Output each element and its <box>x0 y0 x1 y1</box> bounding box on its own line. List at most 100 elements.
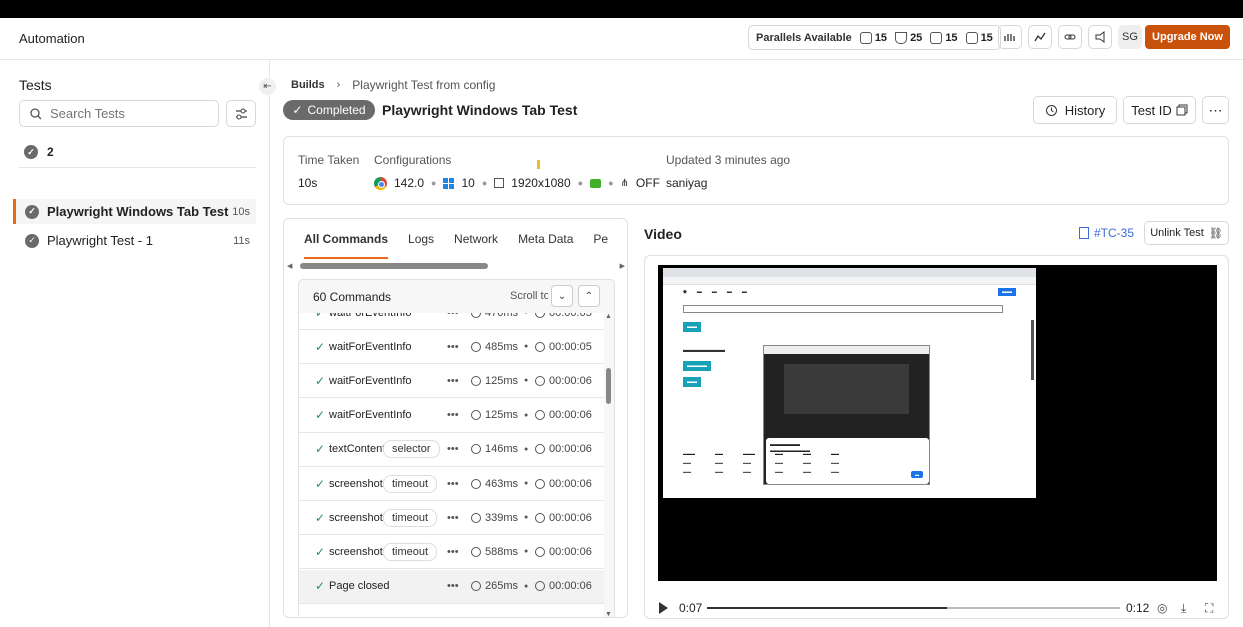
check-icon: ✓ <box>315 476 326 491</box>
command-duration: 485ms <box>471 341 518 353</box>
command-row[interactable]: ✓ waitForEventInfo ••• 485ms ● 00:00:05 <box>299 330 604 365</box>
more-icon[interactable]: ••• <box>447 443 459 455</box>
command-row[interactable]: ✓ textContent selector ••• 146ms ● 00:00… <box>299 433 604 467</box>
tab-logs[interactable]: Logs <box>408 219 454 259</box>
scroll-right-icon[interactable]: ▶ <box>620 262 625 270</box>
command-elapsed: 00:00:06 <box>535 546 592 558</box>
command-row[interactable]: ✓ waitForEventInfo ••• 125ms ● 00:00:06 <box>299 399 604 433</box>
parallels-label: Parallels Available <box>756 31 852 44</box>
command-row[interactable]: ✓ Page closed ••• 265ms ● 00:00:06 <box>299 569 604 604</box>
check-icon: ✓ <box>315 544 326 559</box>
user-value: saniyag <box>666 176 708 190</box>
flask-icon <box>895 31 908 44</box>
timer-icon <box>535 410 545 421</box>
filter-button[interactable] <box>226 100 256 127</box>
search-tests-input[interactable] <box>50 106 200 121</box>
copy-icon <box>1176 104 1188 116</box>
history-button[interactable]: History <box>1033 96 1117 124</box>
test-name: Playwright Windows Tab Test <box>47 204 229 219</box>
more-options-button[interactable]: ⋯ <box>1202 96 1229 124</box>
command-name: screenshot <box>329 545 383 558</box>
avatar[interactable]: SG <box>1118 25 1142 49</box>
fullscreen-icon[interactable]: ⛶ <box>1205 601 1213 616</box>
more-icon[interactable]: ••• <box>447 341 459 353</box>
document-sync-icon <box>965 31 978 44</box>
download-icon[interactable]: ⤓ <box>1181 601 1186 616</box>
scrollbar-thumb[interactable] <box>300 263 488 269</box>
more-icon[interactable]: ••• <box>447 478 459 490</box>
video-frame: ◆ ▬ ▬ ▬ ▬ ▬▬ ▬▬ ▬▬▬▬▬▬ ▬▬▬▬ ▬▬ ▬▬▬▬▬ ▬▬▬… <box>663 268 1036 498</box>
command-elapsed: 00:00:06 <box>535 443 592 455</box>
more-icon[interactable]: ••• <box>447 375 459 387</box>
scroll-left-icon[interactable]: ◀ <box>287 262 292 270</box>
video-title: Video <box>644 226 682 242</box>
command-row[interactable]: ✓ screenshot timeout ••• 463ms ● 00:00:0… <box>299 467 604 501</box>
test-list-item[interactable]: ✓ Playwright Windows Tab Test 10s <box>13 199 256 224</box>
completed-count[interactable]: ✓ 2 <box>24 145 54 159</box>
upgrade-now-button[interactable]: Upgrade Now <box>1145 25 1230 49</box>
scroll-up-arrow-icon[interactable]: ▲ <box>605 313 612 320</box>
clock-icon <box>471 546 481 557</box>
tab-performance[interactable]: Pe <box>593 219 627 259</box>
total-time: 0:12 <box>1126 601 1150 615</box>
scroll-down-button[interactable]: ⌄ <box>551 285 573 307</box>
video-controls: 0:07 0:12 ◎ ⤓ ⛶ <box>645 596 1228 618</box>
megaphone-icon[interactable] <box>1088 25 1112 49</box>
clock-icon <box>471 512 481 523</box>
command-name: waitForEventInfo <box>329 313 412 319</box>
command-row[interactable]: ✓ waitForEventInfo ••• 125ms ● 00:00:06 <box>299 364 604 399</box>
unlink-test-button[interactable]: Unlink Test ⛓ <box>1144 221 1229 245</box>
tab-all-commands[interactable]: All Commands <box>304 219 408 259</box>
command-elapsed: 00:00:05 <box>535 313 592 319</box>
more-icon[interactable]: ••• <box>447 512 459 524</box>
command-arg: timeout <box>383 474 438 493</box>
search-box[interactable] <box>19 100 219 127</box>
horizontal-scrollbar[interactable]: ◀ ▶ <box>287 262 625 270</box>
check-circle-icon: ✓ <box>25 204 39 219</box>
parallels-indicator[interactable]: Parallels Available 15 25 15 15 <box>748 25 1001 50</box>
breadcrumb-builds[interactable]: Builds <box>291 79 325 91</box>
command-name: waitForEventInfo <box>329 340 412 353</box>
chevron-up-icon: ⌃ <box>584 290 594 302</box>
scroll-down-arrow-icon[interactable]: ▼ <box>605 611 612 617</box>
tunnel-icon[interactable] <box>998 25 1022 49</box>
test-case-link[interactable]: #TC-35 <box>1079 226 1134 240</box>
command-row[interactable]: ✓ waitForEventInfo ••• 470ms ● 00:00:05 <box>299 313 604 330</box>
breadcrumb: Builds › Playwright Test from config <box>291 78 495 92</box>
check-icon: ✓ <box>315 339 326 354</box>
command-row[interactable]: ✓ screenshot timeout ••• 339ms ● 00:00:0… <box>299 501 604 536</box>
seek-progress <box>707 607 947 609</box>
more-icon[interactable]: ••• <box>447 546 459 558</box>
analytics-icon[interactable] <box>1028 25 1052 49</box>
more-icon[interactable]: ••• <box>447 409 459 421</box>
test-list-item[interactable]: ✓ Playwright Test - 1 11s <box>13 228 256 253</box>
tab-network[interactable]: Network <box>454 219 518 259</box>
resolution-icon <box>494 178 505 188</box>
video-screen[interactable]: ◆ ▬ ▬ ▬ ▬ ▬▬ ▬▬ ▬▬▬▬▬▬ ▬▬▬▬ ▬▬ ▬▬▬▬▬ ▬▬▬… <box>658 265 1217 581</box>
test-id-button[interactable]: Test ID <box>1123 96 1196 124</box>
scroll-up-button[interactable]: ⌃ <box>578 285 600 307</box>
playback-speed-icon[interactable]: ◎ <box>1157 601 1167 615</box>
link-icon[interactable] <box>1058 25 1082 49</box>
command-row[interactable]: ✓ screenshot timeout ••• 588ms ● 00:00:0… <box>299 535 604 570</box>
command-duration: 470ms <box>471 313 518 319</box>
command-duration: 265ms <box>471 580 518 592</box>
tab-meta-data[interactable]: Meta Data <box>518 219 593 259</box>
windows-parallel-icon <box>859 31 872 44</box>
clipboard-check-icon <box>930 31 943 44</box>
test-duration: 10s <box>232 205 250 218</box>
more-icon[interactable]: ••• <box>447 580 459 592</box>
command-name: waitForEventInfo <box>329 374 412 387</box>
collapse-sidebar-icon[interactable]: ⇤ <box>259 78 276 95</box>
active-tab-indicator <box>304 257 388 259</box>
marker <box>537 160 540 169</box>
seek-bar[interactable] <box>707 607 1120 609</box>
more-icon[interactable]: ••• <box>447 313 459 319</box>
timer-icon <box>535 546 545 557</box>
vertical-scrollbar[interactable]: ▲ ▼ <box>604 313 614 617</box>
clock-icon <box>471 478 481 489</box>
scrollbar-thumb[interactable] <box>606 368 611 404</box>
command-name: waitForEventInfo <box>329 409 412 422</box>
time-taken-label: Time Taken <box>298 153 360 167</box>
play-icon[interactable] <box>659 602 668 614</box>
